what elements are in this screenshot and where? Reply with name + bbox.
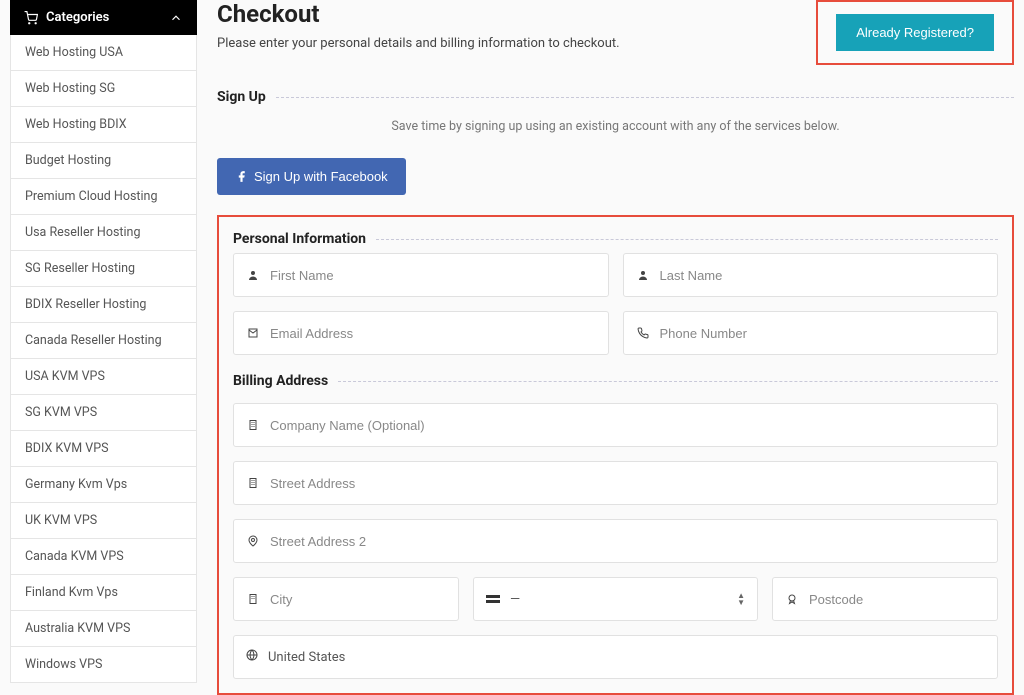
street2-input[interactable]	[270, 520, 985, 562]
country-value: United States	[268, 650, 345, 665]
country-select[interactable]: United States	[233, 635, 998, 679]
sidebar-item[interactable]: Germany Kvm Vps	[11, 467, 196, 503]
categories-header[interactable]: Categories	[10, 0, 197, 35]
sidebar-item[interactable]: Web Hosting SG	[11, 71, 196, 107]
person-icon	[246, 269, 260, 281]
street1-field[interactable]	[233, 461, 998, 505]
sidebar-item[interactable]: Premium Cloud Hosting	[11, 179, 196, 215]
sidebar-item[interactable]: Finland Kvm Vps	[11, 575, 196, 611]
state-select[interactable]: — ▲▼	[473, 577, 758, 621]
chevron-updown-icon: ▲▼	[737, 593, 745, 606]
postcode-field[interactable]	[772, 577, 998, 621]
already-registered-box: Already Registered?	[816, 0, 1014, 65]
first-name-input[interactable]	[270, 254, 596, 296]
last-name-field[interactable]	[623, 253, 999, 297]
email-field[interactable]	[233, 311, 609, 355]
sidebar-item[interactable]: SG KVM VPS	[11, 395, 196, 431]
globe-icon	[246, 649, 258, 665]
form-box: Personal Information	[217, 215, 1014, 695]
category-list: Web Hosting USA Web Hosting SG Web Hosti…	[10, 35, 197, 683]
phone-icon	[636, 327, 650, 339]
sidebar-item[interactable]: SG Reseller Hosting	[11, 251, 196, 287]
signup-section-title: Sign Up	[217, 89, 1014, 105]
sidebar-item[interactable]: Canada KVM VPS	[11, 539, 196, 575]
categories-title: Categories	[46, 10, 109, 25]
building-icon	[246, 419, 260, 431]
sidebar-item[interactable]: Web Hosting BDIX	[11, 107, 196, 143]
sidebar-item[interactable]: BDIX Reseller Hosting	[11, 287, 196, 323]
city-input[interactable]	[270, 578, 446, 620]
map-pin-icon	[246, 535, 260, 547]
company-field[interactable]	[233, 403, 998, 447]
sidebar-item[interactable]: Windows VPS	[11, 647, 196, 682]
building-icon	[246, 477, 260, 489]
street2-field[interactable]	[233, 519, 998, 563]
chevron-up-icon	[169, 11, 183, 25]
sidebar-item[interactable]: Australia KVM VPS	[11, 611, 196, 647]
cart-icon	[24, 11, 38, 25]
personal-info-title: Personal Information	[233, 231, 998, 247]
email-input[interactable]	[270, 312, 596, 354]
sidebar-item[interactable]: UK KVM VPS	[11, 503, 196, 539]
last-name-input[interactable]	[660, 254, 986, 296]
billing-address-title: Billing Address	[233, 373, 998, 389]
sidebar-item[interactable]: Budget Hosting	[11, 143, 196, 179]
sidebar-item[interactable]: BDIX KVM VPS	[11, 431, 196, 467]
state-value: —	[510, 592, 520, 607]
sidebar-item[interactable]: Web Hosting USA	[11, 35, 196, 71]
flag-icon	[486, 595, 500, 603]
sidebar-item[interactable]: Usa Reseller Hosting	[11, 215, 196, 251]
signup-facebook-button[interactable]: Sign Up with Facebook	[217, 158, 406, 195]
already-registered-button[interactable]: Already Registered?	[836, 14, 994, 51]
building-icon	[246, 593, 260, 605]
phone-field[interactable]	[623, 311, 999, 355]
city-field[interactable]	[233, 577, 459, 621]
signup-hint: Save time by signing up using an existin…	[217, 119, 1014, 134]
company-input[interactable]	[270, 404, 985, 446]
person-icon	[636, 269, 650, 281]
sidebar-item[interactable]: USA KVM VPS	[11, 359, 196, 395]
certificate-icon	[785, 593, 799, 605]
sidebar-item[interactable]: Canada Reseller Hosting	[11, 323, 196, 359]
page-title: Checkout	[217, 0, 796, 28]
first-name-field[interactable]	[233, 253, 609, 297]
page-subtitle: Please enter your personal details and b…	[217, 36, 796, 51]
facebook-icon	[235, 170, 248, 183]
postcode-input[interactable]	[809, 578, 985, 620]
envelope-icon	[246, 327, 260, 339]
phone-input[interactable]	[660, 312, 986, 354]
street1-input[interactable]	[270, 462, 985, 504]
